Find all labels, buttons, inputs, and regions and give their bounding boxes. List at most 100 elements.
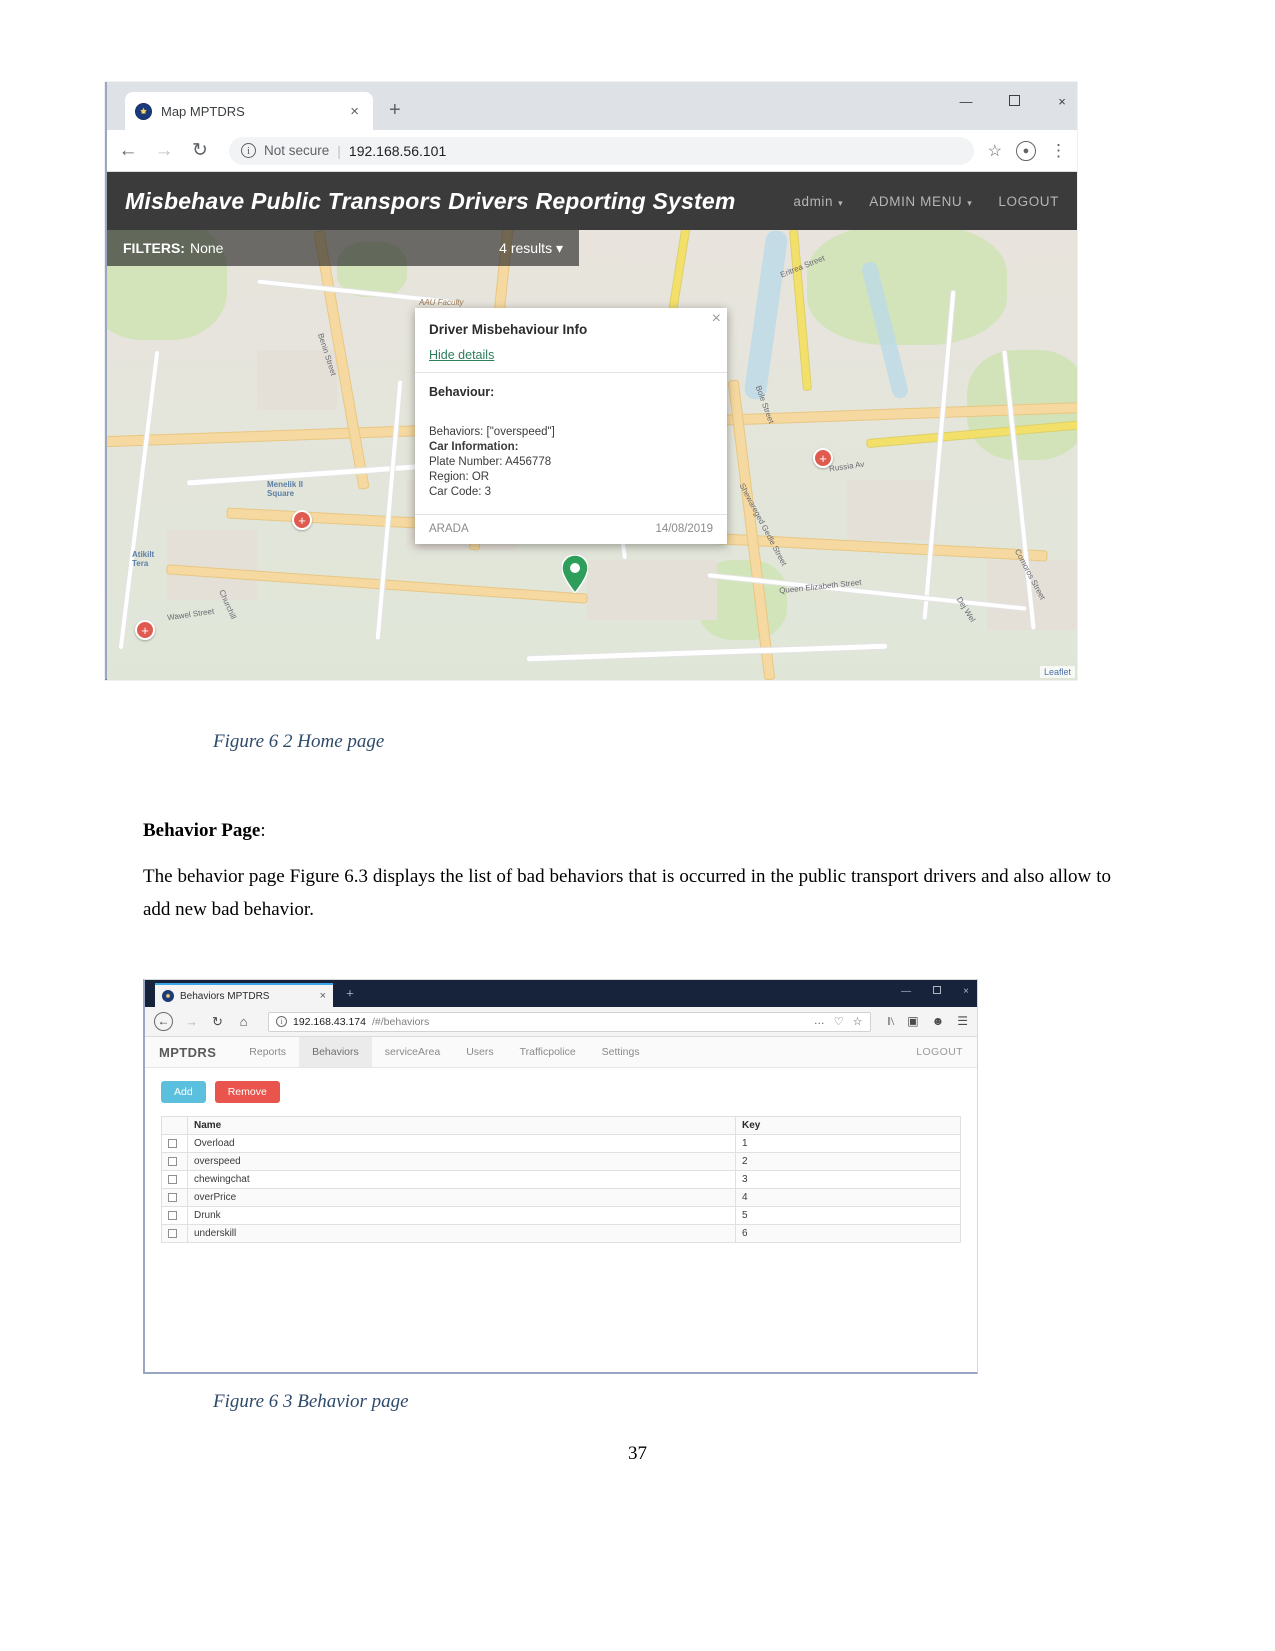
map-canvas[interactable]: AAU Faculty Menelik II Square Eritrea St… bbox=[107, 230, 1077, 680]
info-icon[interactable]: i bbox=[241, 143, 256, 158]
maximize-icon[interactable] bbox=[933, 986, 942, 997]
nav-item-logout[interactable]: LOGOUT bbox=[998, 194, 1059, 209]
row-checkbox-cell[interactable] bbox=[161, 1188, 188, 1207]
popup-area-name: ARADA bbox=[429, 522, 469, 535]
row-checkbox[interactable] bbox=[168, 1192, 177, 1202]
table-row[interactable]: overPrice 4 bbox=[161, 1188, 961, 1207]
back-icon[interactable]: ← bbox=[154, 1012, 173, 1031]
row-checkbox[interactable] bbox=[168, 1156, 177, 1166]
tab-title: Behaviors MPTDRS bbox=[180, 990, 270, 1002]
minimize-icon[interactable]: — bbox=[901, 986, 911, 997]
maximize-icon[interactable] bbox=[1005, 94, 1023, 109]
cell-name: Overload bbox=[187, 1134, 736, 1153]
site-favicon-icon: ★ bbox=[162, 990, 174, 1002]
firefox-tab-bar: ★ Behaviors MPTDRS × + — × bbox=[145, 980, 977, 1007]
remove-button[interactable]: Remove bbox=[214, 1081, 280, 1103]
map-location-pin-icon[interactable] bbox=[561, 554, 589, 595]
nav-item-servicearea[interactable]: serviceArea bbox=[372, 1037, 453, 1067]
results-count-label: 4 results bbox=[499, 239, 553, 256]
close-icon[interactable]: × bbox=[320, 990, 326, 1002]
behaviors-value: Behaviors: ["overspeed"] bbox=[429, 426, 555, 438]
app-brand-mptdrs[interactable]: MPTDRS bbox=[159, 1037, 236, 1067]
bookmark-star-icon[interactable]: ☆ bbox=[853, 1015, 863, 1028]
row-checkbox-cell[interactable] bbox=[161, 1206, 188, 1225]
nav-item-admin-menu[interactable]: ADMIN MENU ▾ bbox=[869, 194, 972, 209]
chrome-tab-bar: ★ Map MPTDRS × + — × bbox=[107, 82, 1077, 130]
table-row[interactable]: overspeed 2 bbox=[161, 1152, 961, 1171]
browser-tab-map-mptdrs[interactable]: ★ Map MPTDRS × bbox=[125, 92, 373, 130]
address-bar[interactable]: i 192.168.43.174 /#/behaviors … ♡ ☆ bbox=[268, 1011, 871, 1032]
table-row[interactable]: Overload 1 bbox=[161, 1134, 961, 1153]
map-poi-marker[interactable]: + bbox=[135, 620, 155, 640]
chrome-menu-icon[interactable]: ⋮ bbox=[1050, 142, 1067, 159]
chevron-down-icon: ▾ bbox=[555, 239, 563, 256]
hamburger-menu-icon[interactable]: ☰ bbox=[957, 1014, 968, 1029]
security-status-label: Not secure bbox=[264, 143, 330, 158]
library-icon[interactable]: ‖\ bbox=[888, 1014, 895, 1029]
table-header-row: Name Key bbox=[161, 1116, 961, 1135]
forward-icon[interactable]: → bbox=[153, 141, 175, 160]
behaviors-table: Name Key Overload 1 overspeed 2 chewingc… bbox=[161, 1116, 961, 1243]
new-tab-icon[interactable]: + bbox=[389, 99, 401, 122]
table-row[interactable]: chewingchat 3 bbox=[161, 1170, 961, 1189]
reload-icon[interactable]: ↻ bbox=[189, 141, 211, 160]
map-poi-marker[interactable]: + bbox=[292, 510, 312, 530]
minimize-icon[interactable]: — bbox=[957, 94, 975, 109]
close-icon[interactable]: × bbox=[346, 103, 363, 120]
row-checkbox-cell[interactable] bbox=[161, 1170, 188, 1189]
car-information-label: Car Information: bbox=[429, 440, 519, 453]
region-value: Region: OR bbox=[429, 470, 490, 483]
reload-icon[interactable]: ↻ bbox=[210, 1015, 225, 1028]
cell-name: chewingchat bbox=[187, 1170, 736, 1189]
forward-icon[interactable]: → bbox=[184, 1015, 199, 1028]
page-number: 37 bbox=[628, 1443, 647, 1464]
account-icon[interactable]: ☻ bbox=[932, 1014, 945, 1029]
behaviour-label: Behaviour: bbox=[429, 385, 495, 399]
row-checkbox[interactable] bbox=[168, 1138, 177, 1148]
cell-key: 1 bbox=[735, 1134, 961, 1153]
plate-number-value: Plate Number: A456778 bbox=[429, 455, 552, 468]
nav-item-admin[interactable]: admin ▾ bbox=[793, 194, 843, 209]
row-checkbox-cell[interactable] bbox=[161, 1134, 188, 1153]
leaflet-attribution[interactable]: Leaflet bbox=[1039, 666, 1075, 678]
browser-tab-behaviors-mptdrs[interactable]: ★ Behaviors MPTDRS × bbox=[155, 983, 333, 1007]
cell-key: 2 bbox=[735, 1152, 961, 1171]
logout-button[interactable]: LOGOUT bbox=[902, 1037, 977, 1067]
row-checkbox[interactable] bbox=[168, 1210, 177, 1220]
popup-body: Behaviour: Behaviors: ["overspeed"] Car … bbox=[415, 373, 727, 514]
figure-caption-home-page: Figure 6 2 Home page bbox=[213, 731, 385, 752]
nav-item-users[interactable]: Users bbox=[453, 1037, 506, 1067]
map-poi-marker[interactable]: + bbox=[813, 448, 833, 468]
add-button[interactable]: Add bbox=[161, 1081, 206, 1103]
row-checkbox[interactable] bbox=[168, 1228, 177, 1238]
window-controls: — × bbox=[901, 986, 969, 997]
address-bar[interactable]: i Not secure | 192.168.56.101 bbox=[229, 136, 974, 165]
table-row[interactable]: Drunk 5 bbox=[161, 1206, 961, 1225]
row-checkbox-cell[interactable] bbox=[161, 1152, 188, 1171]
close-window-icon[interactable]: × bbox=[1053, 94, 1071, 109]
app-header: Misbehave Public Transpors Drivers Repor… bbox=[107, 172, 1077, 230]
nav-item-trafficpolice[interactable]: Trafficpolice bbox=[507, 1037, 589, 1067]
info-icon[interactable]: i bbox=[276, 1016, 287, 1027]
nav-item-behaviors[interactable]: Behaviors bbox=[299, 1037, 372, 1067]
results-dropdown[interactable]: 4 results ▾ bbox=[499, 240, 563, 257]
pocket-icon[interactable]: ♡ bbox=[834, 1015, 844, 1028]
section-heading-colon: : bbox=[260, 820, 266, 841]
page-actions-icon[interactable]: … bbox=[814, 1015, 825, 1028]
back-icon[interactable]: ← bbox=[117, 141, 139, 160]
section-heading-behavior-page: Behavior Page: bbox=[143, 820, 266, 842]
row-checkbox-cell[interactable] bbox=[161, 1224, 188, 1243]
section-heading-text: Behavior Page bbox=[143, 820, 261, 841]
table-row[interactable]: underskill 6 bbox=[161, 1224, 961, 1243]
sidebar-icon[interactable]: ▣ bbox=[907, 1014, 918, 1029]
nav-item-settings[interactable]: Settings bbox=[589, 1037, 653, 1067]
hide-details-link[interactable]: Hide details bbox=[429, 348, 494, 362]
row-checkbox[interactable] bbox=[168, 1174, 177, 1184]
popup-close-icon[interactable]: × bbox=[712, 310, 721, 328]
home-icon[interactable]: ⌂ bbox=[236, 1015, 251, 1028]
bookmark-star-icon[interactable]: ☆ bbox=[988, 141, 1002, 161]
new-tab-icon[interactable]: + bbox=[346, 987, 354, 1003]
nav-item-reports[interactable]: Reports bbox=[236, 1037, 299, 1067]
close-window-icon[interactable]: × bbox=[963, 986, 969, 997]
profile-avatar-icon[interactable]: ● bbox=[1016, 140, 1036, 161]
